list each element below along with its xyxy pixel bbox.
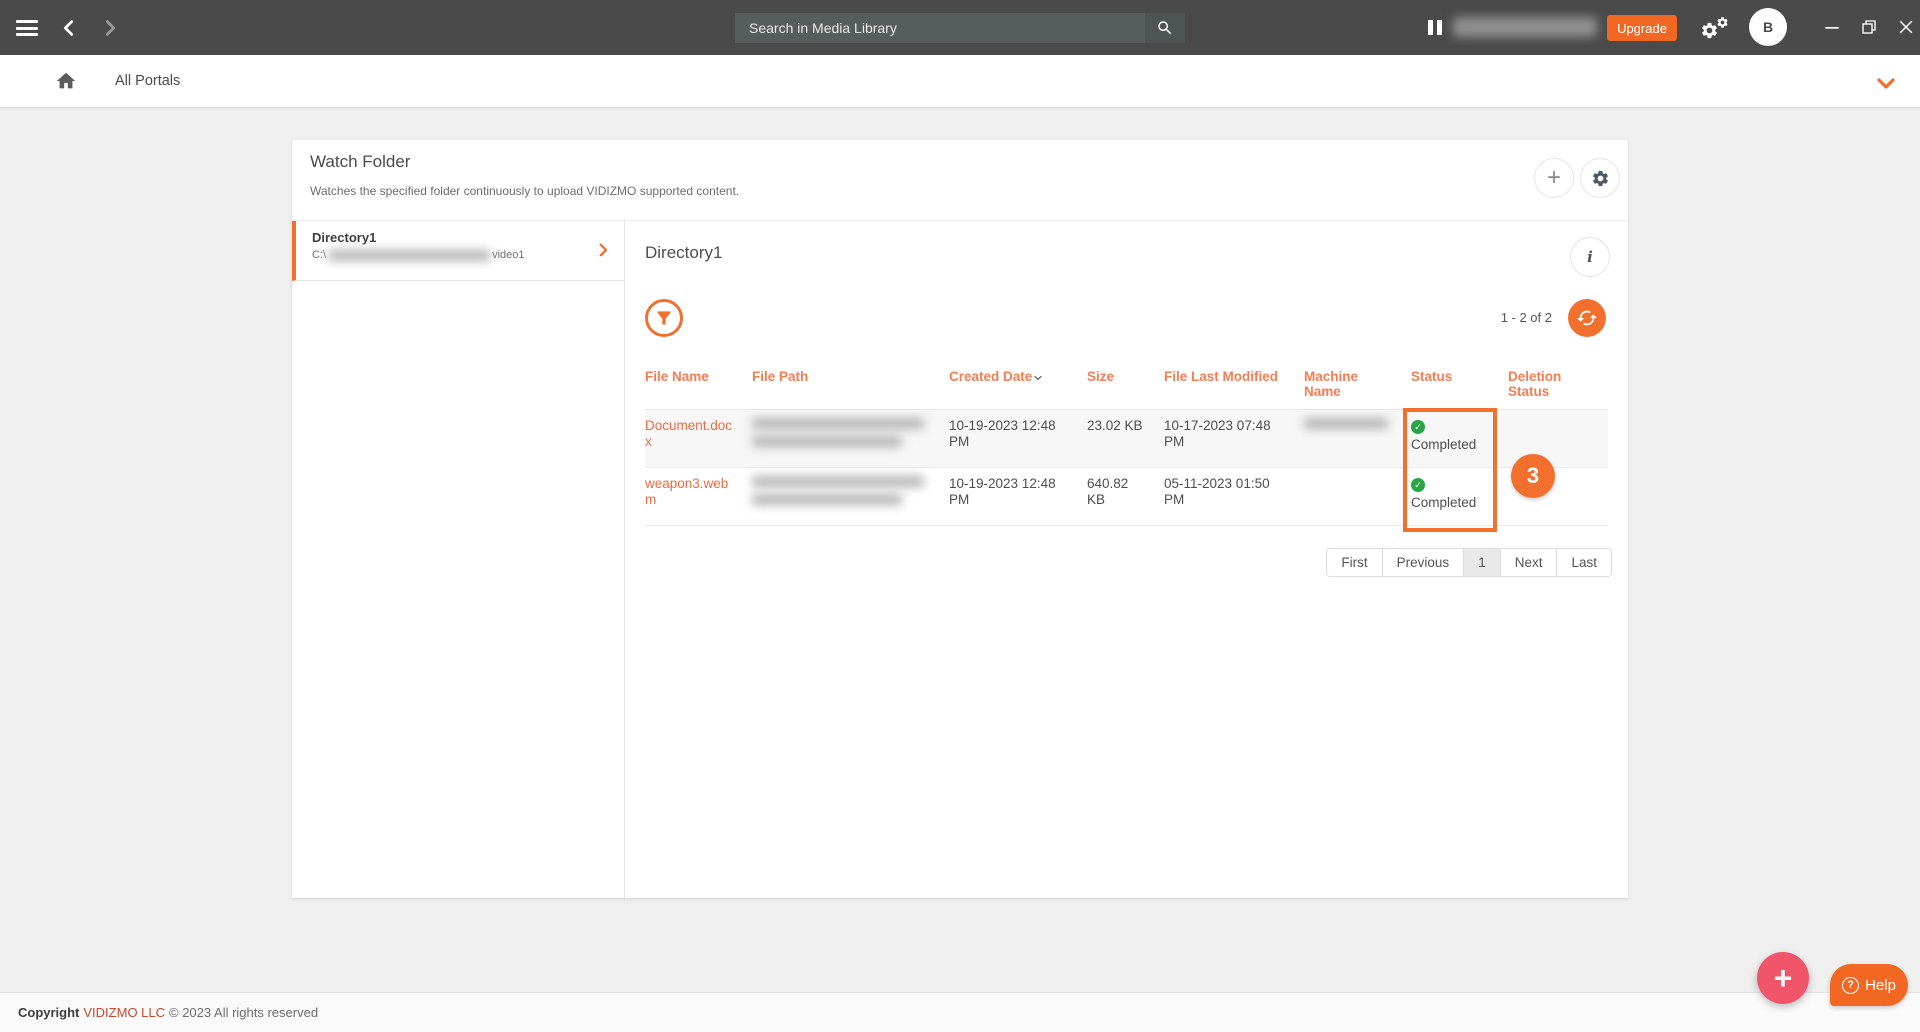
- column-created-date[interactable]: Created Date: [949, 361, 1087, 410]
- search-input[interactable]: [735, 13, 1145, 43]
- column-status[interactable]: Status: [1411, 361, 1508, 410]
- upgrade-button[interactable]: Upgrade: [1607, 15, 1677, 41]
- sort-caret-icon: [1032, 372, 1044, 382]
- refresh-icon: [1576, 307, 1598, 329]
- pagination-previous-button[interactable]: Previous: [1383, 549, 1465, 576]
- directory-path: C:\ video1: [312, 249, 594, 261]
- column-file-path[interactable]: File Path: [752, 361, 949, 410]
- add-fab-button[interactable]: +: [1757, 952, 1809, 1004]
- info-button[interactable]: i: [1570, 237, 1610, 277]
- top-bar: Upgrade B: [0, 0, 1920, 55]
- restore-icon: [1860, 18, 1878, 36]
- table-header-row: File Name File Path Created Date Size Fi…: [645, 361, 1608, 410]
- column-deletion-status[interactable]: Deletion Status: [1508, 361, 1608, 410]
- directory-list-item[interactable]: Directory1 C:\ video1: [292, 221, 624, 281]
- column-file-last-modified[interactable]: File Last Modified: [1164, 361, 1304, 410]
- search-button[interactable]: [1145, 13, 1185, 43]
- table-row: Document.docx 10-19-2023 12:48 PM 23.02 …: [645, 410, 1608, 468]
- admin-tools-icon[interactable]: [1700, 16, 1732, 40]
- pagination: First Previous 1 Next Last: [1326, 548, 1612, 577]
- help-label: Help: [1865, 977, 1896, 994]
- last-modified-cell: 10-17-2023 07:48 PM: [1164, 410, 1304, 468]
- status-cell: ✓ Completed: [1411, 468, 1508, 526]
- created-date-cell: 10-19-2023 12:48 PM: [949, 410, 1087, 468]
- chevron-left-icon: [58, 17, 80, 39]
- check-circle-icon: ✓: [1411, 478, 1425, 492]
- close-icon: [1896, 17, 1916, 37]
- company-link[interactable]: VIDIZMO LLC: [83, 1005, 165, 1020]
- last-modified-cell: 05-11-2023 01:50 PM: [1164, 468, 1304, 526]
- directory-name: Directory1: [312, 230, 594, 245]
- file-name-link[interactable]: Document.docx: [645, 418, 732, 449]
- column-size[interactable]: Size: [1087, 361, 1164, 410]
- breadcrumb: All Portals: [0, 55, 1920, 108]
- directory-title: Directory1: [645, 243, 722, 263]
- status-cell: ✓ Completed: [1411, 410, 1508, 468]
- machine-name-cell: [1304, 468, 1411, 526]
- filter-icon: [654, 308, 674, 328]
- size-cell: 640.82 KB: [1087, 468, 1164, 526]
- pagination-next-button[interactable]: Next: [1501, 549, 1558, 576]
- column-machine-name[interactable]: Machine Name: [1304, 361, 1411, 410]
- breadcrumb-all-portals[interactable]: All Portals: [115, 73, 180, 89]
- page-title: Watch Folder: [310, 152, 410, 172]
- file-path-blurred: [752, 476, 931, 505]
- pagination-first-button[interactable]: First: [1327, 549, 1382, 576]
- rights-text: © 2023 All rights reserved: [169, 1005, 318, 1020]
- trial-status-text-blurred: [1453, 17, 1597, 37]
- gear-small-icon: [1716, 16, 1729, 29]
- user-avatar[interactable]: B: [1749, 8, 1787, 46]
- forward-button[interactable]: [99, 17, 121, 39]
- watch-folder-header: Watch Folder Watches the specified folde…: [292, 140, 1628, 221]
- watch-folder-settings-button[interactable]: [1580, 158, 1620, 198]
- help-button[interactable]: ? Help: [1830, 964, 1908, 1006]
- file-path-blurred: [752, 418, 931, 447]
- app-window: Upgrade B All Portals Watch Folder Watch…: [0, 0, 1920, 1032]
- column-file-name[interactable]: File Name: [645, 361, 752, 410]
- directory-detail-panel: Directory1 i 1 - 2 of 2 File Name File P…: [625, 221, 1628, 898]
- pause-icon[interactable]: [1428, 20, 1444, 35]
- window-close-button[interactable]: [1895, 16, 1917, 38]
- gear-icon: [1591, 169, 1610, 188]
- directory-path-blurred: [328, 250, 490, 261]
- check-circle-icon: ✓: [1411, 420, 1425, 434]
- home-icon: [55, 70, 77, 92]
- table-row: weapon3.webm 10-19-2023 12:48 PM 640.82 …: [645, 468, 1608, 526]
- add-watch-folder-button[interactable]: +: [1534, 158, 1574, 198]
- copyright-label: Copyright: [18, 1005, 79, 1020]
- result-range-label: 1 - 2 of 2: [1501, 310, 1552, 325]
- window-restore-button[interactable]: [1858, 16, 1880, 38]
- file-name-link[interactable]: weapon3.webm: [645, 476, 728, 507]
- window-minimize-button[interactable]: [1821, 16, 1843, 38]
- home-button[interactable]: [55, 70, 77, 92]
- back-button[interactable]: [58, 17, 80, 39]
- hamburger-menu-icon[interactable]: [16, 20, 38, 36]
- machine-name-blurred: [1304, 418, 1388, 429]
- chevron-right-icon: [99, 17, 121, 39]
- status-label: Completed: [1411, 495, 1490, 511]
- annotation-step-badge: 3: [1511, 454, 1555, 498]
- expand-panel-button[interactable]: [1874, 71, 1898, 95]
- directory-list: Directory1 C:\ video1: [292, 221, 625, 898]
- search-icon: [1156, 19, 1174, 37]
- pagination-page-1-button[interactable]: 1: [1464, 549, 1501, 576]
- footer: Copyright VIDIZMO LLC © 2023 All rights …: [0, 992, 1920, 1032]
- created-date-cell: 10-19-2023 12:48 PM: [949, 468, 1087, 526]
- filter-button[interactable]: [645, 299, 683, 337]
- status-label: Completed: [1411, 437, 1490, 453]
- question-mark-icon: ?: [1842, 977, 1859, 994]
- refresh-button[interactable]: [1568, 299, 1606, 337]
- watch-folder-card: Watch Folder Watches the specified folde…: [292, 140, 1628, 898]
- size-cell: 23.02 KB: [1087, 410, 1164, 468]
- pagination-last-button[interactable]: Last: [1557, 549, 1611, 576]
- media-search-bar: [735, 13, 1185, 43]
- chevron-down-icon: [1874, 71, 1898, 95]
- page-subtitle: Watches the specified folder continuousl…: [310, 184, 739, 198]
- watched-files-table: File Name File Path Created Date Size Fi…: [645, 361, 1608, 526]
- minimize-icon: [1822, 17, 1842, 37]
- chevron-right-icon: [594, 241, 612, 259]
